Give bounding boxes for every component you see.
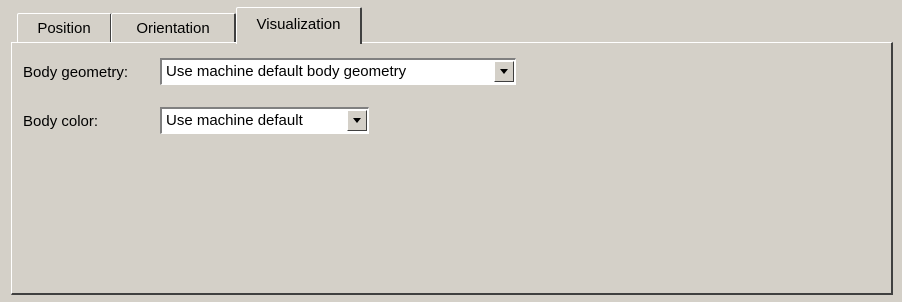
visualization-panel: Body geometry: Use machine default body … <box>11 42 893 295</box>
tab-orientation[interactable]: Orientation <box>111 13 236 42</box>
chevron-down-icon <box>500 69 508 74</box>
tab-visualization[interactable]: Visualization <box>236 7 362 44</box>
body-geometry-value: Use machine default body geometry <box>166 63 407 80</box>
chevron-down-icon <box>353 118 361 123</box>
tab-label: Orientation <box>136 20 210 37</box>
body-color-value: Use machine default <box>166 112 303 129</box>
body-color-dropdown[interactable]: Use machine default <box>160 107 369 134</box>
body-color-dropdown-button[interactable] <box>347 110 367 131</box>
tab-position[interactable]: Position <box>17 13 112 42</box>
body-geometry-dropdown-button[interactable] <box>494 61 514 82</box>
body-geometry-label: Body geometry: <box>23 64 129 81</box>
properties-window: Position Orientation Visualization Body … <box>0 0 902 302</box>
tab-label: Visualization <box>256 16 341 33</box>
tab-label: Position <box>37 20 91 37</box>
body-color-label: Body color: <box>23 113 99 130</box>
body-geometry-dropdown[interactable]: Use machine default body geometry <box>160 58 516 85</box>
